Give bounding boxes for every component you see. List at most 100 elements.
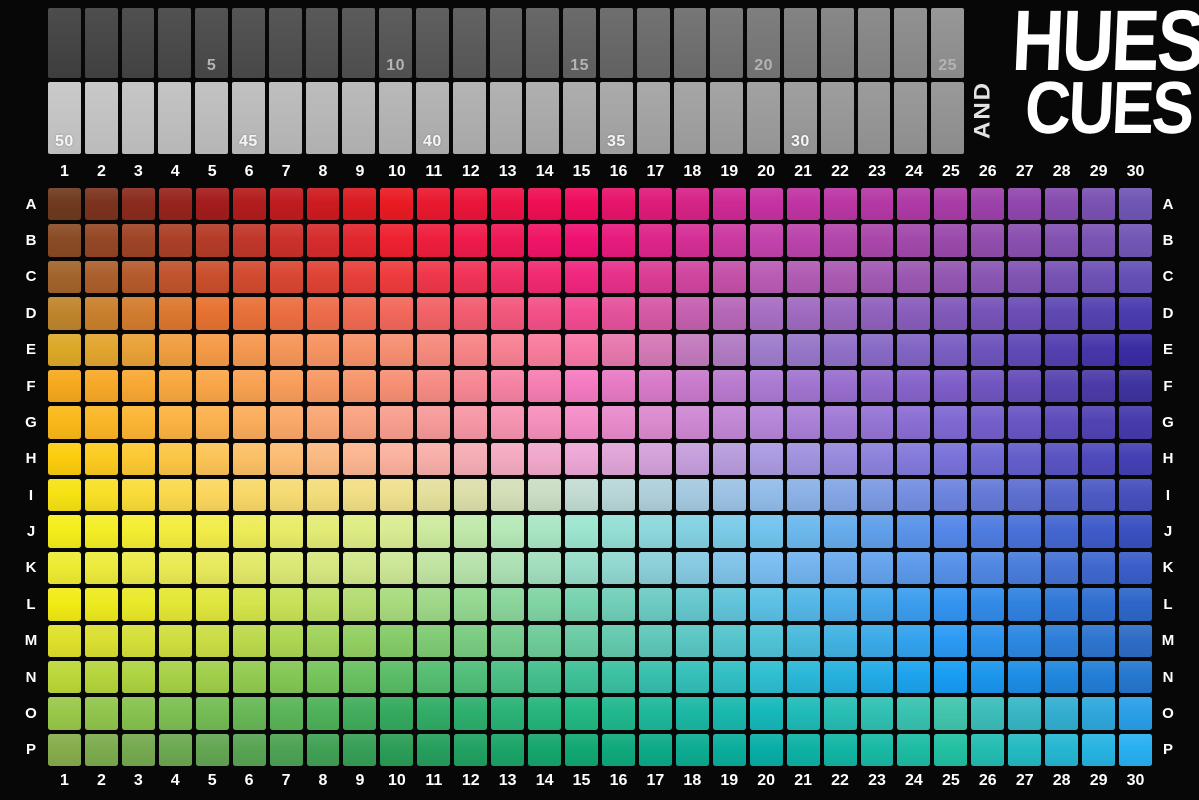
color-cell-K2[interactable] xyxy=(85,552,118,584)
color-cell-G12[interactable] xyxy=(454,406,487,438)
color-cell-I21[interactable] xyxy=(787,479,820,511)
color-cell-L25[interactable] xyxy=(934,588,967,620)
color-cell-B17[interactable] xyxy=(639,224,672,256)
color-cell-L23[interactable] xyxy=(861,588,894,620)
color-cell-J1[interactable] xyxy=(48,515,81,547)
color-cell-P14[interactable] xyxy=(528,734,561,766)
color-cell-O2[interactable] xyxy=(85,697,118,729)
color-cell-D20[interactable] xyxy=(750,297,783,329)
color-cell-F30[interactable] xyxy=(1119,370,1152,402)
color-cell-C10[interactable] xyxy=(380,261,413,293)
color-cell-C24[interactable] xyxy=(897,261,930,293)
color-cell-P7[interactable] xyxy=(270,734,303,766)
color-cell-B22[interactable] xyxy=(824,224,857,256)
color-cell-A16[interactable] xyxy=(602,188,635,220)
color-cell-O3[interactable] xyxy=(122,697,155,729)
color-cell-E15[interactable] xyxy=(565,334,598,366)
color-cell-B1[interactable] xyxy=(48,224,81,256)
color-cell-H5[interactable] xyxy=(196,443,229,475)
color-cell-O13[interactable] xyxy=(491,697,524,729)
color-cell-G26[interactable] xyxy=(971,406,1004,438)
color-cell-J8[interactable] xyxy=(307,515,340,547)
color-cell-C14[interactable] xyxy=(528,261,561,293)
color-cell-I3[interactable] xyxy=(122,479,155,511)
color-cell-E18[interactable] xyxy=(676,334,709,366)
color-cell-G28[interactable] xyxy=(1045,406,1078,438)
score-cell[interactable] xyxy=(821,8,854,78)
color-cell-B14[interactable] xyxy=(528,224,561,256)
color-cell-B27[interactable] xyxy=(1008,224,1041,256)
color-cell-I12[interactable] xyxy=(454,479,487,511)
color-cell-L22[interactable] xyxy=(824,588,857,620)
color-cell-C11[interactable] xyxy=(417,261,450,293)
color-cell-B12[interactable] xyxy=(454,224,487,256)
color-cell-G4[interactable] xyxy=(159,406,192,438)
color-cell-P29[interactable] xyxy=(1082,734,1115,766)
color-cell-L24[interactable] xyxy=(897,588,930,620)
color-cell-H18[interactable] xyxy=(676,443,709,475)
color-cell-J11[interactable] xyxy=(417,515,450,547)
color-cell-C4[interactable] xyxy=(159,261,192,293)
color-cell-B8[interactable] xyxy=(307,224,340,256)
color-cell-E1[interactable] xyxy=(48,334,81,366)
color-cell-P16[interactable] xyxy=(602,734,635,766)
color-cell-N13[interactable] xyxy=(491,661,524,693)
color-cell-D18[interactable] xyxy=(676,297,709,329)
color-cell-A20[interactable] xyxy=(750,188,783,220)
color-cell-D4[interactable] xyxy=(159,297,192,329)
color-cell-P13[interactable] xyxy=(491,734,524,766)
color-cell-N15[interactable] xyxy=(565,661,598,693)
color-cell-J30[interactable] xyxy=(1119,515,1152,547)
color-cell-H24[interactable] xyxy=(897,443,930,475)
score-cell[interactable] xyxy=(122,82,155,154)
color-cell-E29[interactable] xyxy=(1082,334,1115,366)
color-cell-F22[interactable] xyxy=(824,370,857,402)
color-cell-H21[interactable] xyxy=(787,443,820,475)
color-cell-H23[interactable] xyxy=(861,443,894,475)
color-cell-D28[interactable] xyxy=(1045,297,1078,329)
color-cell-J6[interactable] xyxy=(233,515,266,547)
color-cell-B4[interactable] xyxy=(159,224,192,256)
score-cell[interactable] xyxy=(158,8,191,78)
color-cell-O22[interactable] xyxy=(824,697,857,729)
score-cell[interactable] xyxy=(710,8,743,78)
score-cell[interactable] xyxy=(306,82,339,154)
color-cell-A26[interactable] xyxy=(971,188,1004,220)
color-cell-K14[interactable] xyxy=(528,552,561,584)
color-cell-K12[interactable] xyxy=(454,552,487,584)
color-cell-P24[interactable] xyxy=(897,734,930,766)
score-cell[interactable]: 15 xyxy=(563,8,596,78)
color-cell-G21[interactable] xyxy=(787,406,820,438)
color-cell-M12[interactable] xyxy=(454,625,487,657)
color-cell-D1[interactable] xyxy=(48,297,81,329)
color-cell-D9[interactable] xyxy=(343,297,376,329)
color-cell-F5[interactable] xyxy=(196,370,229,402)
color-cell-L5[interactable] xyxy=(196,588,229,620)
color-cell-P3[interactable] xyxy=(122,734,155,766)
score-cell[interactable] xyxy=(858,82,891,154)
color-cell-D10[interactable] xyxy=(380,297,413,329)
score-cell[interactable] xyxy=(453,82,486,154)
color-cell-N22[interactable] xyxy=(824,661,857,693)
color-cell-D2[interactable] xyxy=(85,297,118,329)
color-cell-A7[interactable] xyxy=(270,188,303,220)
color-cell-M16[interactable] xyxy=(602,625,635,657)
color-cell-E7[interactable] xyxy=(270,334,303,366)
color-cell-G2[interactable] xyxy=(85,406,118,438)
color-cell-B29[interactable] xyxy=(1082,224,1115,256)
score-cell[interactable] xyxy=(784,8,817,78)
color-cell-L15[interactable] xyxy=(565,588,598,620)
color-cell-L3[interactable] xyxy=(122,588,155,620)
color-cell-K18[interactable] xyxy=(676,552,709,584)
color-cell-E28[interactable] xyxy=(1045,334,1078,366)
color-cell-D29[interactable] xyxy=(1082,297,1115,329)
color-cell-G27[interactable] xyxy=(1008,406,1041,438)
color-cell-B5[interactable] xyxy=(196,224,229,256)
score-cell[interactable] xyxy=(195,82,228,154)
color-cell-G14[interactable] xyxy=(528,406,561,438)
color-cell-K6[interactable] xyxy=(233,552,266,584)
color-cell-D19[interactable] xyxy=(713,297,746,329)
color-cell-D24[interactable] xyxy=(897,297,930,329)
color-cell-M6[interactable] xyxy=(233,625,266,657)
color-cell-D15[interactable] xyxy=(565,297,598,329)
